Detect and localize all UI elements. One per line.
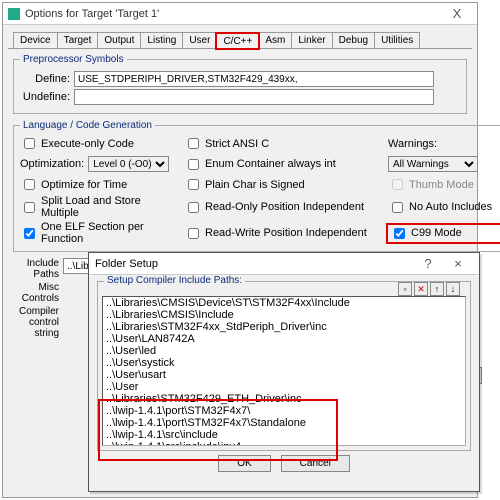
window-title: Options for Target 'Target 1' (25, 8, 442, 20)
opt-time-checkbox[interactable]: Optimize for Time (20, 176, 180, 193)
optimization-select[interactable]: Level 0 (-O0) (88, 156, 169, 172)
tab-target[interactable]: Target (57, 32, 99, 48)
ok-button[interactable]: OK (218, 455, 270, 472)
no-auto-checkbox[interactable]: No Auto Includes (388, 199, 500, 216)
tab-debug[interactable]: Debug (332, 32, 375, 48)
misc-label: Misc Controls (13, 282, 59, 304)
split-load-checkbox[interactable]: Split Load and Store Multiple (20, 195, 180, 219)
paths-group-label: Setup Compiler Include Paths: (104, 275, 245, 286)
tab-bar: Device Target Output Listing User C/C++ … (8, 30, 472, 49)
list-item[interactable]: ..\Libraries\CMSIS\Device\ST\STM32F4xx\I… (103, 297, 465, 309)
toolbar: ▫ ✕ ↑ ↓ (398, 282, 460, 296)
list-item[interactable]: ..\User\led (103, 345, 465, 357)
list-item[interactable]: ..\User\LAN8742A (103, 333, 465, 345)
ro-pos-checkbox[interactable]: Read-Only Position Independent (184, 199, 384, 216)
tab-device[interactable]: Device (13, 32, 58, 48)
define-input[interactable] (74, 71, 434, 87)
delete-icon[interactable]: ✕ (414, 282, 428, 296)
c99-checkbox[interactable]: C99 Mode (388, 225, 500, 242)
define-label: Define: (20, 73, 70, 85)
app-icon (8, 8, 20, 20)
paths-listbox[interactable]: ..\Libraries\CMSIS\Device\ST\STM32F4xx\I… (102, 296, 466, 446)
dialog-close-icon[interactable]: × (443, 256, 473, 271)
dialog-help-icon[interactable]: ? (413, 256, 443, 271)
list-item[interactable]: ..\lwip-1.4.1\port\STM32F4x7\ (103, 405, 465, 417)
paths-group: Setup Compiler Include Paths: ▫ ✕ ↑ ↓ ..… (97, 281, 471, 451)
move-up-icon[interactable]: ↑ (430, 282, 444, 296)
compiler-string-label: Compiler control string (13, 306, 59, 339)
tab-listing[interactable]: Listing (140, 32, 183, 48)
titlebar: Options for Target 'Target 1' X (3, 3, 477, 25)
list-item[interactable]: ..\Libraries\STM32F429_ETH_Driver\inc (103, 393, 465, 405)
list-item[interactable]: ..\lwip-1.4.1\port\STM32F4x7\Standalone (103, 417, 465, 429)
language-legend: Language / Code Generation (20, 120, 155, 131)
list-item[interactable]: ..\lwip-1.4.1\src\include (103, 429, 465, 441)
dialog-title: Folder Setup (95, 258, 413, 270)
list-item[interactable]: ..\Libraries\STM32F4xx_StdPeriph_Driver\… (103, 321, 465, 333)
dialog-titlebar: Folder Setup ? × (89, 253, 479, 275)
enum-checkbox[interactable]: Enum Container always int (184, 156, 384, 173)
list-item[interactable]: ..\User\systick (103, 357, 465, 369)
list-item[interactable]: ..\User\usart (103, 369, 465, 381)
one-elf-checkbox[interactable]: One ELF Section per Function (20, 221, 180, 245)
move-down-icon[interactable]: ↓ (446, 282, 460, 296)
plain-char-checkbox[interactable]: Plain Char is Signed (184, 176, 384, 193)
new-folder-icon[interactable]: ▫ (398, 282, 412, 296)
tab-linker[interactable]: Linker (291, 32, 332, 48)
list-item[interactable]: ..\Libraries\CMSIS\Include (103, 309, 465, 321)
cancel-button[interactable]: Cancel (281, 455, 350, 472)
close-icon[interactable]: X (442, 6, 472, 21)
list-item[interactable]: ..\lwip-1.4.1\src\include\ipv4 (103, 441, 465, 446)
folder-setup-dialog: Folder Setup ? × Setup Compiler Include … (88, 252, 480, 492)
thumb-checkbox: Thumb Mode (388, 176, 500, 193)
undefine-label: Undefine: (20, 91, 70, 103)
tab-asm[interactable]: Asm (258, 32, 292, 48)
tab-utilities[interactable]: Utilities (374, 32, 420, 48)
exec-only-checkbox[interactable]: Execute-only Code (20, 135, 180, 152)
tab-c-cpp[interactable]: C/C++ (216, 33, 259, 49)
preprocessor-group: Preprocessor Symbols Define: Undefine: (13, 54, 467, 114)
list-item[interactable]: ..\User (103, 381, 465, 393)
include-paths-label: Include Paths (13, 258, 59, 280)
optim-label: Optimization: (20, 158, 84, 170)
preprocessor-legend: Preprocessor Symbols (20, 54, 127, 65)
strict-ansi-checkbox[interactable]: Strict ANSI C (184, 135, 384, 152)
tab-output[interactable]: Output (97, 32, 141, 48)
rw-pos-checkbox[interactable]: Read-Write Position Independent (184, 225, 384, 242)
warnings-select[interactable]: All Warnings (388, 156, 478, 172)
tab-user[interactable]: User (182, 32, 217, 48)
undefine-input[interactable] (74, 89, 434, 105)
language-group: Language / Code Generation Execute-only … (13, 120, 500, 252)
warnings-label: Warnings: (388, 138, 500, 150)
